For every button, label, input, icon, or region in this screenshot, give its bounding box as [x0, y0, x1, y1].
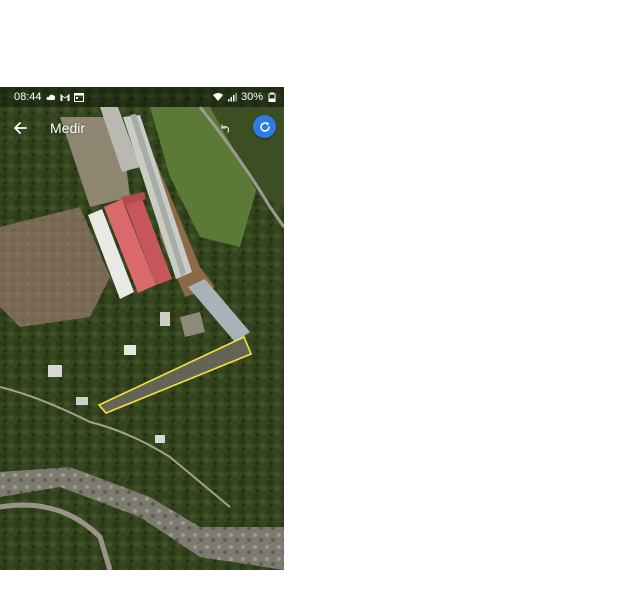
status-bar: 08:44 30%: [0, 87, 284, 107]
app-bar: Medir: [0, 111, 284, 145]
undo-button[interactable]: [214, 119, 236, 139]
undo-icon: [221, 124, 230, 133]
gmail-icon: [60, 94, 70, 101]
back-button[interactable]: [2, 112, 38, 144]
satellite-map[interactable]: [0, 87, 284, 570]
small-building: [76, 397, 88, 405]
reset-button[interactable]: [253, 115, 276, 138]
small-building: [124, 345, 136, 355]
small-building: [48, 365, 62, 377]
calendar-icon: [73, 93, 84, 102]
reset-icon: [259, 121, 270, 132]
signal-icon: [227, 93, 237, 102]
back-arrow-icon: [14, 122, 27, 134]
page-title: Medir: [50, 120, 86, 136]
small-building: [160, 312, 170, 326]
status-time: 08:44: [14, 91, 42, 103]
phone-screen: 08:44 30% Medir: [0, 87, 284, 570]
cloud-icon: [45, 94, 55, 100]
battery-icon: [268, 92, 276, 102]
small-building: [155, 435, 165, 443]
battery-percent: 30%: [240, 91, 263, 103]
wifi-icon: [212, 93, 223, 101]
